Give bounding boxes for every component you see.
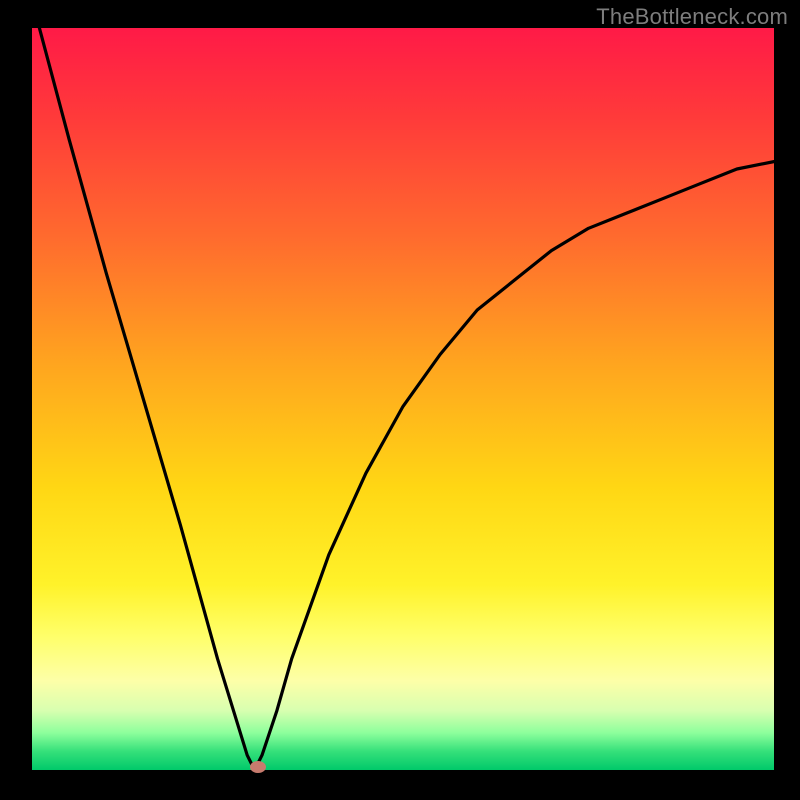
- chart-frame: TheBottleneck.com: [0, 0, 800, 800]
- minimum-marker: [250, 761, 266, 773]
- watermark-text: TheBottleneck.com: [596, 4, 788, 30]
- bottleneck-curve: [32, 28, 774, 770]
- curve-path: [39, 28, 774, 770]
- plot-area: [32, 28, 774, 770]
